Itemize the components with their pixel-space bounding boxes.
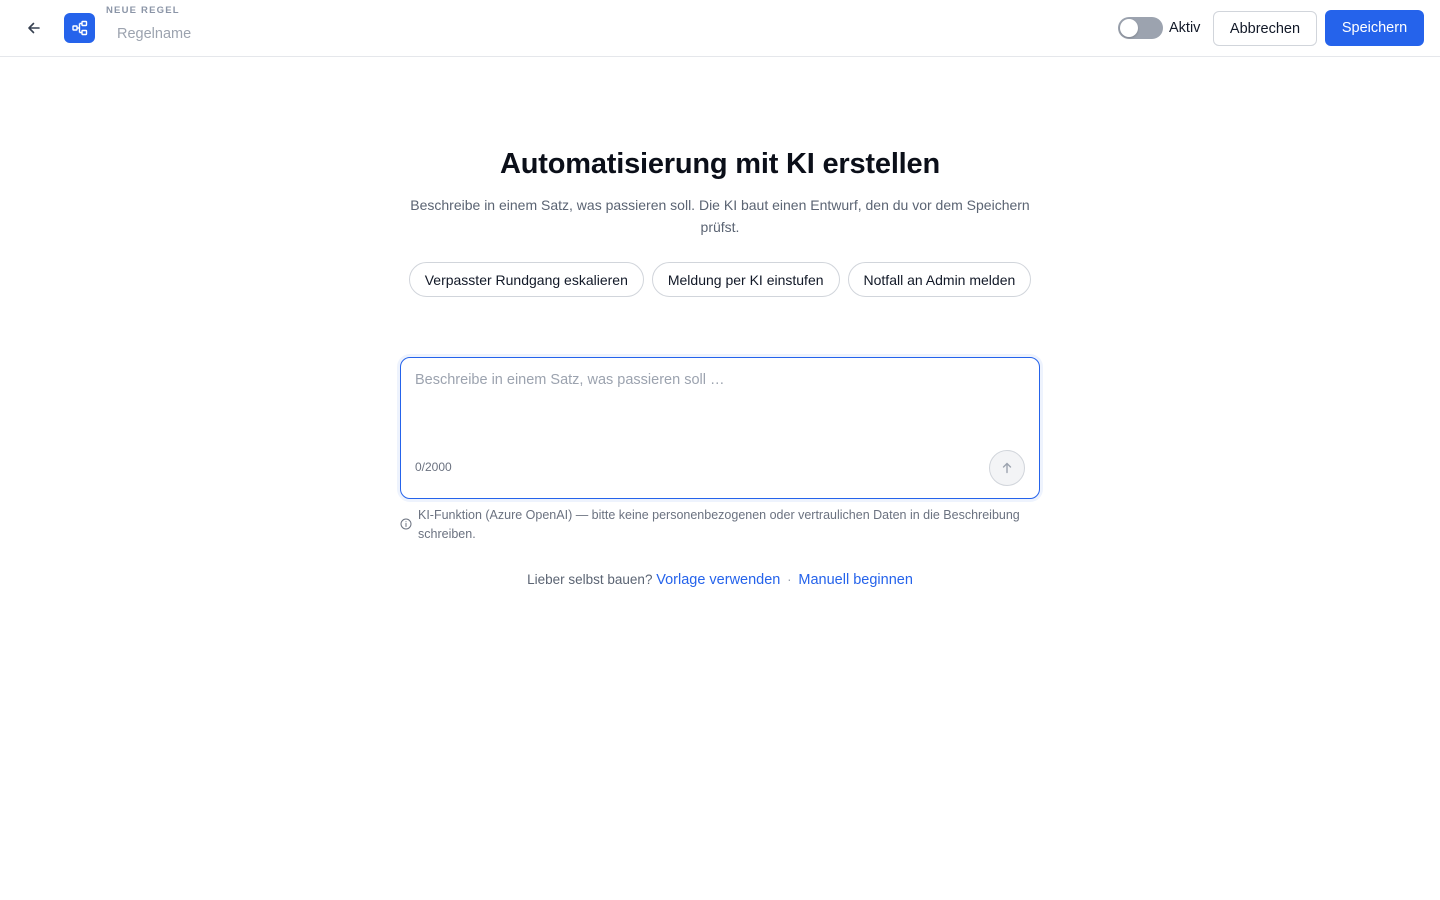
page-title: Automatisierung mit KI erstellen <box>500 148 940 180</box>
suggestion-chip[interactable]: Notfall an Admin melden <box>847 262 1032 297</box>
active-toggle[interactable] <box>1118 17 1163 39</box>
suggestion-chip[interactable]: Verpasster Rundgang eskalieren <box>408 262 644 297</box>
rule-name-input[interactable] <box>106 22 406 46</box>
suggestion-chips: Verpasster Rundgang eskalieren Meldung p… <box>400 262 1040 297</box>
rule-kicker: NEUE REGEL <box>106 5 180 16</box>
ai-notice-text: KI-Funktion (Azure OpenAI) — bitte keine… <box>418 508 1020 541</box>
alternative-options: Lieber selbst bauen? Vorlage verwenden ·… <box>0 572 1440 588</box>
active-toggle-label: Aktiv <box>1169 20 1201 36</box>
toggle-knob <box>1120 19 1138 37</box>
prompt-input[interactable] <box>415 372 1025 432</box>
suggestion-chip[interactable]: Meldung per KI einstufen <box>651 262 840 297</box>
separator: · <box>787 572 792 587</box>
arrow-up-icon <box>1002 462 1012 474</box>
top-bar: NEUE REGEL Aktiv Abbrechen Speichern <box>0 0 1440 57</box>
alternative-prefix: Lieber selbst bauen? <box>527 572 653 587</box>
prompt-box: 0/2000 <box>400 357 1040 499</box>
use-template-link[interactable]: Vorlage verwenden <box>656 572 780 588</box>
save-button[interactable]: Speichern <box>1325 10 1424 46</box>
cancel-button[interactable]: Abbrechen <box>1213 11 1317 46</box>
workflow-icon <box>64 13 95 43</box>
info-icon <box>400 518 412 530</box>
arrow-left-icon <box>28 22 40 34</box>
char-counter: 0/2000 <box>415 460 452 474</box>
page-subtitle: Beschreibe in einem Satz, was passieren … <box>410 197 1030 235</box>
send-button[interactable] <box>989 450 1025 486</box>
back-button[interactable] <box>20 14 48 42</box>
start-manually-link[interactable]: Manuell beginnen <box>798 572 912 588</box>
